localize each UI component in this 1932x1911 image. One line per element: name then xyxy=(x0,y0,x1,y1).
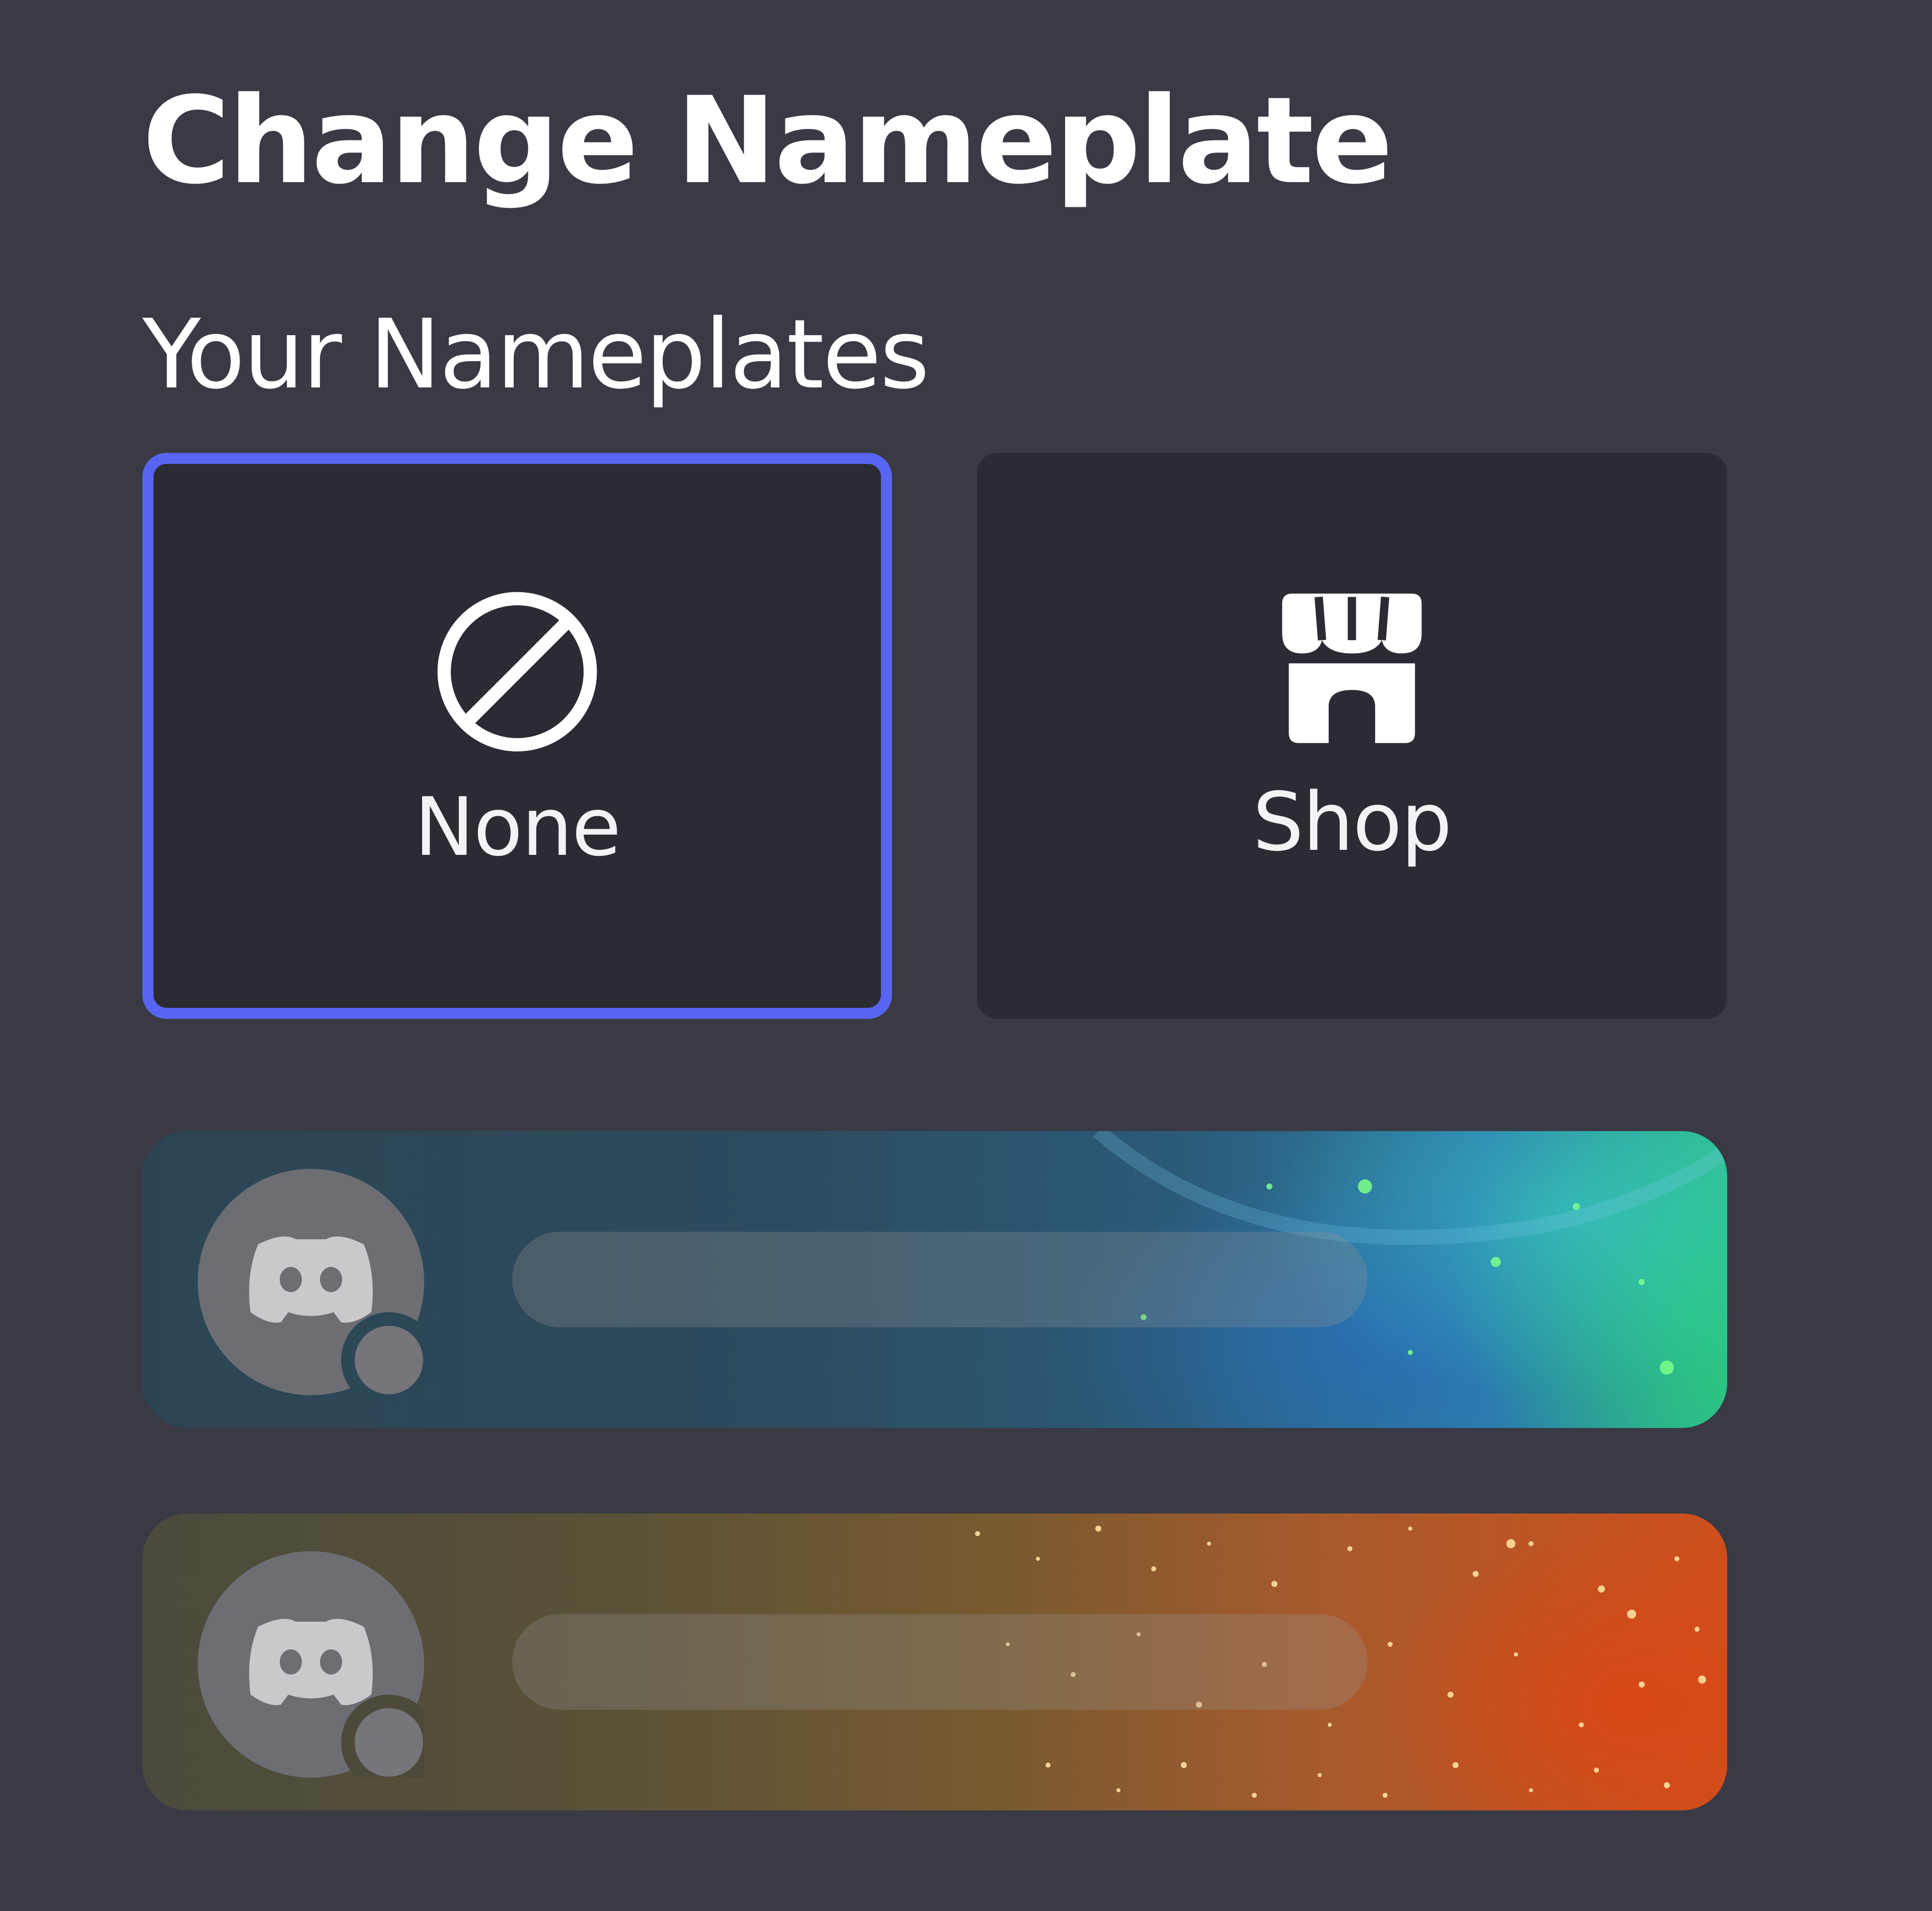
discord-avatar-icon xyxy=(198,1551,424,1778)
nameplate-option-teal[interactable] xyxy=(142,1131,1727,1428)
section-label: Your Nameplates xyxy=(142,299,930,410)
tile-label-none: None xyxy=(414,780,621,874)
nameplate-name-placeholder xyxy=(512,1614,1367,1710)
page-title: Change Nameplate xyxy=(142,71,1393,211)
nameplate-name-placeholder xyxy=(512,1232,1367,1327)
tile-label-shop: Shop xyxy=(1252,775,1452,869)
shop-icon xyxy=(1282,593,1422,743)
nameplate-option-shop[interactable]: Shop xyxy=(977,453,1727,1019)
discord-avatar-icon xyxy=(198,1169,424,1395)
nameplate-option-none[interactable]: None xyxy=(142,453,892,1019)
nameplate-option-orange[interactable] xyxy=(142,1514,1727,1810)
change-nameplate-panel: Change Nameplate Your Nameplates None Sh… xyxy=(0,0,1932,1911)
none-icon xyxy=(437,592,597,752)
